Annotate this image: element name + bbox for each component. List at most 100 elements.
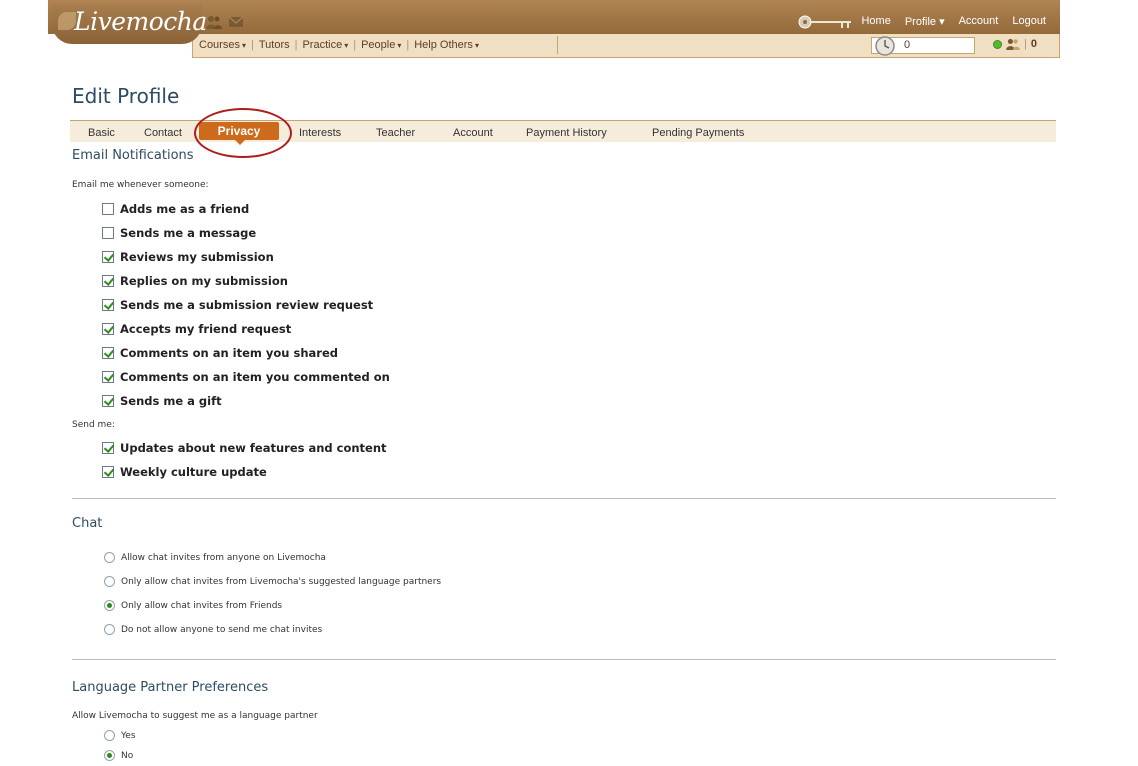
option-label: Do not allow anyone to send me chat invi… xyxy=(121,624,323,635)
checkbox[interactable] xyxy=(102,227,114,239)
option-comments-commented[interactable]: Comments on an item you commented on xyxy=(102,370,390,384)
option-label: Updates about new features and content xyxy=(120,441,387,455)
partner-option-yes[interactable]: Yes xyxy=(104,730,136,741)
checkbox-checked[interactable] xyxy=(102,251,114,263)
menu-practice-label: Practice xyxy=(302,39,343,51)
points-value: 0 xyxy=(904,39,911,51)
chat-option-suggested-partners[interactable]: Only allow chat invites from Livemocha's… xyxy=(104,576,441,587)
checkbox-checked[interactable] xyxy=(102,395,114,407)
option-label: Accepts my friend request xyxy=(120,322,292,336)
radio-button-selected[interactable] xyxy=(104,600,115,611)
radio-button[interactable] xyxy=(104,552,115,563)
checkbox[interactable] xyxy=(102,203,114,215)
option-replies-submission[interactable]: Replies on my submission xyxy=(102,274,288,288)
checkbox-checked[interactable] xyxy=(102,275,114,287)
option-review-request[interactable]: Sends me a submission review request xyxy=(102,298,373,312)
option-label: Adds me as a friend xyxy=(120,202,250,216)
chat-option-nobody[interactable]: Do not allow anyone to send me chat invi… xyxy=(104,624,322,635)
option-updates-features[interactable]: Updates about new features and content xyxy=(102,441,387,455)
email-notifications-title: Email Notifications xyxy=(72,148,194,163)
menu-separator: | xyxy=(294,39,298,51)
menu-courses-label: Courses xyxy=(199,39,240,51)
menu-separator: | xyxy=(250,39,254,51)
option-accepts-friend[interactable]: Accepts my friend request xyxy=(102,322,291,336)
menu-people-label: People xyxy=(361,39,396,51)
option-reviews-submission[interactable]: Reviews my submission xyxy=(102,250,274,264)
chat-option-friends[interactable]: Only allow chat invites from Friends xyxy=(104,600,282,611)
partner-option-no[interactable]: No xyxy=(104,750,133,761)
logo-text: Livemocha xyxy=(74,7,207,36)
radio-button[interactable] xyxy=(104,730,115,741)
top-nav: Home Profile ▾ Account Logout xyxy=(861,15,1046,28)
header-fade xyxy=(0,0,48,60)
tab-basic[interactable]: Basic xyxy=(88,127,115,139)
chevron-down-icon: ▾ xyxy=(397,41,402,50)
menu-people[interactable]: People ▾ xyxy=(361,39,401,51)
radio-button[interactable] xyxy=(104,624,115,635)
option-label: No xyxy=(121,750,134,761)
home-link[interactable]: Home xyxy=(861,15,890,28)
profile-menu[interactable]: Profile ▾ xyxy=(905,15,945,28)
option-label: Sends me a message xyxy=(120,226,257,240)
send-me-intro: Send me: xyxy=(72,420,115,430)
chat-title: Chat xyxy=(72,516,103,531)
checkbox-checked[interactable] xyxy=(102,347,114,359)
option-label: Only allow chat invites from Livemocha's… xyxy=(121,576,442,587)
livemocha-logo[interactable]: Livemocha · xyxy=(52,4,207,44)
tab-pending-payments[interactable]: Pending Payments xyxy=(652,127,744,139)
option-comments-shared[interactable]: Comments on an item you shared xyxy=(102,346,338,360)
clock-icon xyxy=(875,36,895,56)
annotation-circle xyxy=(194,108,292,158)
friends-online-count: 0 xyxy=(1030,38,1037,50)
friends-online-icon xyxy=(1006,38,1020,50)
tab-teacher[interactable]: Teacher xyxy=(376,127,415,139)
menu-separator: | xyxy=(406,39,410,51)
menu-help-others-label: Help Others xyxy=(414,39,473,51)
checkbox-checked[interactable] xyxy=(102,299,114,311)
option-label: Sends me a gift xyxy=(120,394,222,408)
checkbox-checked[interactable] xyxy=(102,466,114,478)
option-label: Yes xyxy=(121,730,136,741)
checkbox-checked[interactable] xyxy=(102,323,114,335)
tab-payment-history[interactable]: Payment History xyxy=(526,127,607,139)
option-sends-message[interactable]: Sends me a message xyxy=(102,226,256,240)
option-weekly-culture[interactable]: Weekly culture update xyxy=(102,465,267,479)
sub-nav-bar: Courses ▾ | Tutors | Practice ▾ | People ▾ … xyxy=(192,34,1060,58)
count-separator: | xyxy=(1024,38,1027,50)
page-title: Edit Profile xyxy=(72,84,180,108)
radio-button[interactable] xyxy=(104,576,115,587)
option-adds-friend[interactable]: Adds me as a friend xyxy=(102,202,249,216)
language-partner-title: Language Partner Preferences xyxy=(72,680,269,695)
menu-tutors[interactable]: Tutors xyxy=(259,39,290,51)
menu-courses[interactable]: Courses ▾ xyxy=(199,39,246,51)
chat-option-anyone[interactable]: Allow chat invites from anyone on Livemo… xyxy=(104,552,326,563)
tab-contact[interactable]: Contact xyxy=(144,127,182,139)
chevron-down-icon: ▾ xyxy=(474,41,479,50)
friends-icon[interactable] xyxy=(206,15,222,29)
online-status[interactable]: | 0 xyxy=(993,38,1037,50)
tab-account[interactable]: Account xyxy=(453,127,493,139)
option-label: Replies on my submission xyxy=(120,274,288,288)
option-label: Only allow chat invites from Friends xyxy=(121,600,283,611)
key-icon xyxy=(798,15,851,29)
option-label: Comments on an item you commented on xyxy=(120,370,390,384)
chevron-down-icon: ▾ xyxy=(344,41,349,50)
radio-button-selected[interactable] xyxy=(104,750,115,761)
chevron-down-icon: ▾ xyxy=(241,41,246,50)
logout-link[interactable]: Logout xyxy=(1012,15,1046,28)
checkbox-checked[interactable] xyxy=(102,442,114,454)
option-sends-gift[interactable]: Sends me a gift xyxy=(102,394,222,408)
checkbox-checked[interactable] xyxy=(102,371,114,383)
email-intro: Email me whenever someone: xyxy=(72,180,209,190)
tab-interests[interactable]: Interests xyxy=(299,127,341,139)
option-label: Reviews my submission xyxy=(120,250,274,264)
online-status-icon xyxy=(993,39,1002,49)
option-label: Comments on an item you shared xyxy=(120,346,338,360)
option-label: Weekly culture update xyxy=(120,465,267,479)
account-link[interactable]: Account xyxy=(959,15,999,28)
menu-practice[interactable]: Practice ▾ xyxy=(302,39,348,51)
menu-help-others[interactable]: Help Others ▾ xyxy=(414,39,479,51)
option-label: Allow chat invites from anyone on Livemo… xyxy=(121,552,326,563)
subnav-divider xyxy=(557,36,558,54)
mail-icon[interactable] xyxy=(228,15,244,29)
